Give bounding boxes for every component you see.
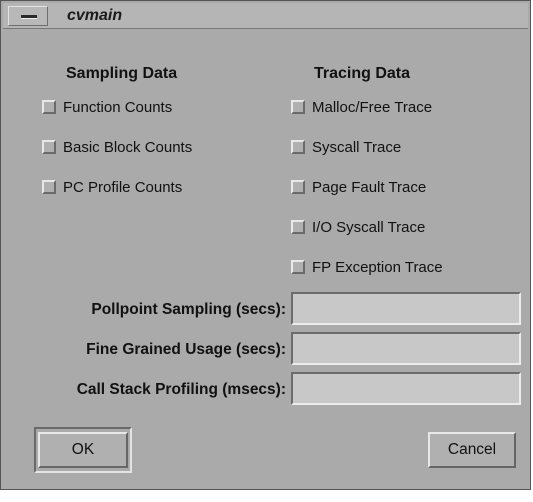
checkbox-label: Malloc/Free Trace	[312, 98, 433, 116]
checkbox-label: Basic Block Counts	[63, 138, 193, 156]
window-menu-icon	[21, 15, 37, 19]
cancel-button[interactable]: Cancel	[428, 432, 516, 468]
checkbox-syscall-trace[interactable]: Syscall Trace	[291, 137, 401, 157]
cvmain-window: cvmain Sampling Data Function Counts Bas…	[0, 0, 531, 490]
checkbox-fp-exception-trace[interactable]: FP Exception Trace	[291, 257, 443, 277]
checkbox-label: I/O Syscall Trace	[312, 218, 426, 236]
checkbox-box[interactable]	[291, 100, 305, 114]
pollpoint-sampling-input[interactable]	[291, 292, 521, 325]
title-bar[interactable]: cvmain	[3, 3, 528, 29]
checkbox-box[interactable]	[291, 260, 305, 274]
call-stack-profiling-input[interactable]	[291, 372, 521, 405]
checkbox-label: Syscall Trace	[312, 138, 402, 156]
ok-button[interactable]: OK	[38, 432, 128, 468]
checkbox-function-counts[interactable]: Function Counts	[42, 97, 172, 117]
checkbox-box[interactable]	[42, 140, 56, 154]
sampling-data-header: Sampling Data	[66, 65, 178, 82]
window-title: cvmain	[67, 7, 123, 24]
checkbox-box[interactable]	[291, 220, 305, 234]
checkbox-page-fault-trace[interactable]: Page Fault Trace	[291, 177, 426, 197]
dialog-body: Sampling Data Function Counts Basic Bloc…	[3, 31, 528, 487]
checkbox-box[interactable]	[42, 100, 56, 114]
checkbox-box[interactable]	[291, 140, 305, 154]
window-menu-button[interactable]	[8, 6, 48, 26]
tracing-data-header: Tracing Data	[314, 65, 411, 82]
checkbox-io-syscall-trace[interactable]: I/O Syscall Trace	[291, 217, 425, 237]
fine-grained-usage-input[interactable]	[291, 332, 521, 365]
pollpoint-sampling-label: Pollpoint Sampling (secs):	[91, 301, 286, 318]
checkbox-label: Page Fault Trace	[312, 178, 427, 196]
checkbox-label: Function Counts	[63, 98, 173, 116]
checkbox-label: PC Profile Counts	[63, 178, 183, 196]
checkbox-pc-profile-counts[interactable]: PC Profile Counts	[42, 177, 182, 197]
checkbox-box[interactable]	[291, 180, 305, 194]
fine-grained-usage-label: Fine Grained Usage (secs):	[86, 341, 286, 358]
checkbox-malloc-free-trace[interactable]: Malloc/Free Trace	[291, 97, 432, 117]
checkbox-label: FP Exception Trace	[312, 258, 443, 276]
checkbox-basic-block-counts[interactable]: Basic Block Counts	[42, 137, 192, 157]
call-stack-profiling-label: Call Stack Profiling (msecs):	[76, 381, 286, 398]
checkbox-box[interactable]	[42, 180, 56, 194]
